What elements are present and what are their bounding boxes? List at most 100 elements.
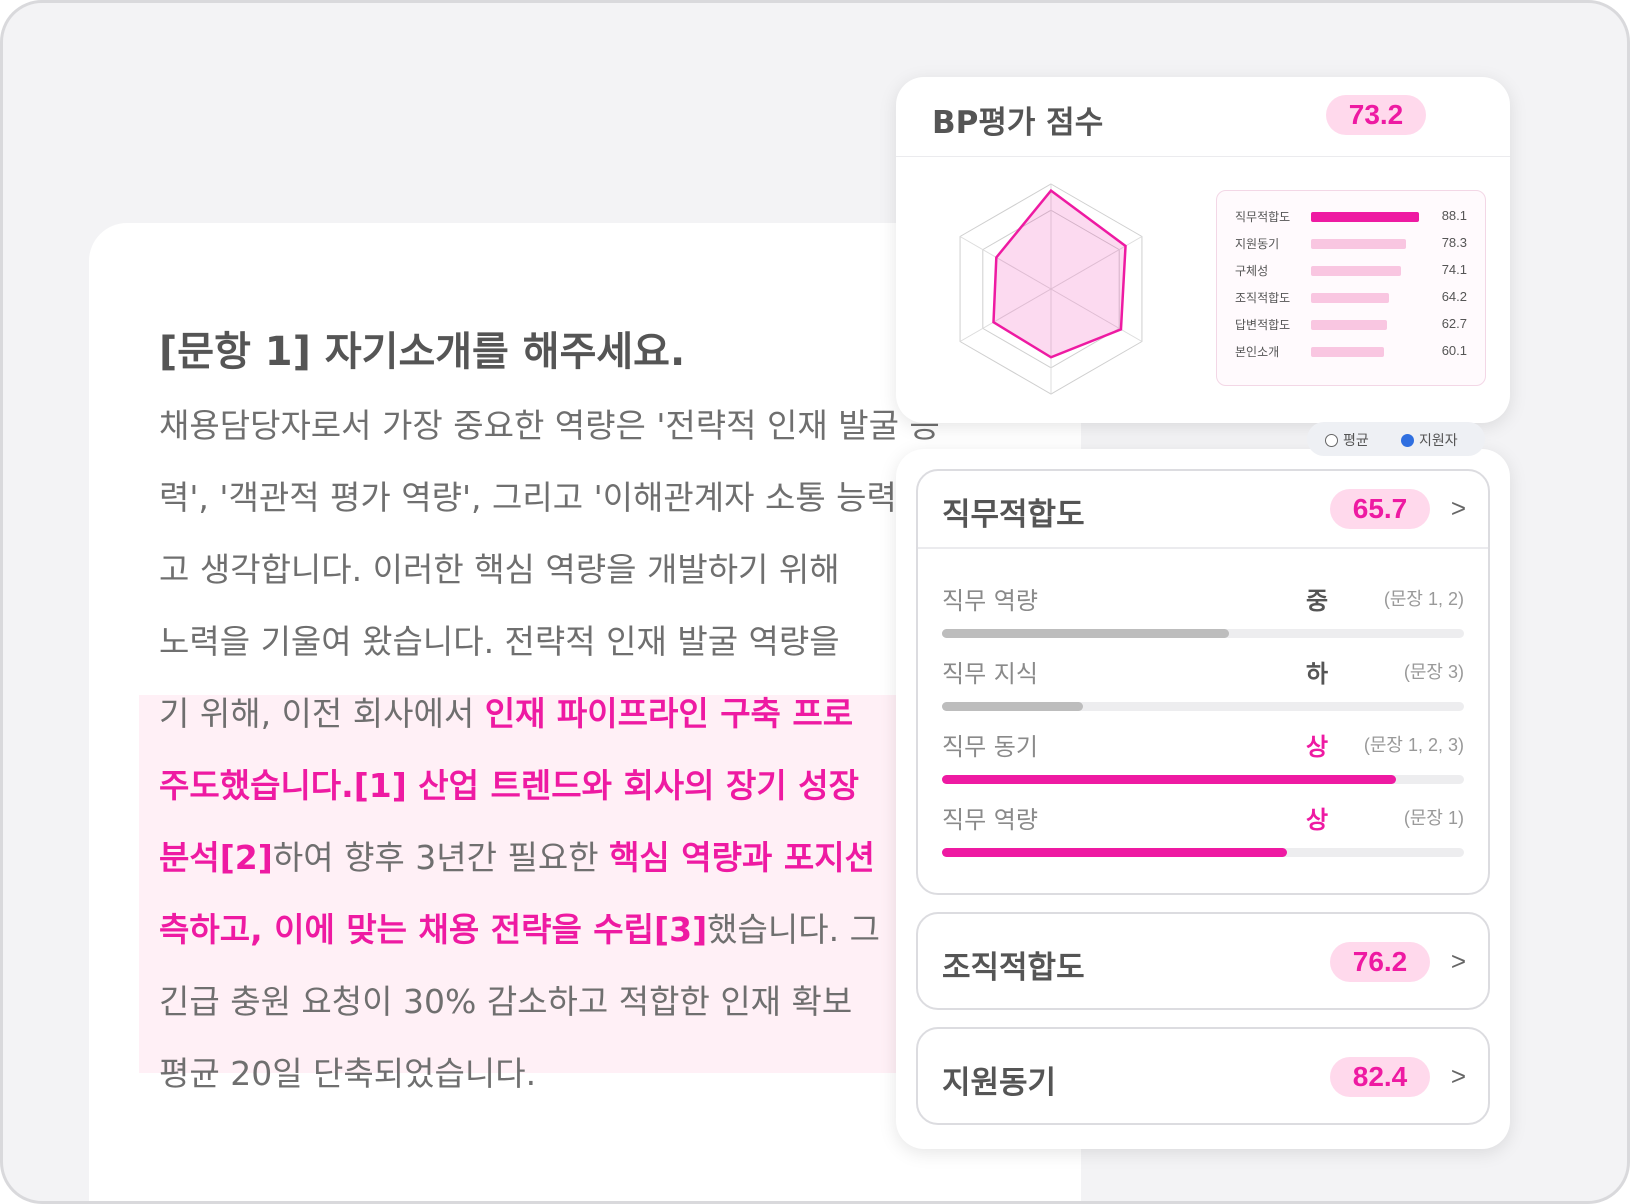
score-bar-label: 직무적합도 — [1235, 210, 1291, 224]
score-bar-row: 구체성 74.1 — [1217, 260, 1485, 280]
metric-level: 상 — [1306, 733, 1329, 761]
score-bar-label: 본인소개 — [1235, 345, 1280, 359]
essay-line: 측하고, 이에 맞는 채용 전략을 수립[3]했습니다. 그 — [159, 910, 880, 950]
score-bar-label: 답변적합도 — [1235, 318, 1291, 332]
essay-text-segment: 노력을 기울여 왔습니다. 전략적 인재 발굴 역량을 — [159, 622, 840, 661]
highlighted-text: 핵심 역량과 포지션 — [609, 838, 875, 877]
motivation-section[interactable]: 지원동기 82.4 > — [916, 1027, 1490, 1125]
essay-text-segment: 평균 20일 단축되었습니다. — [159, 1054, 537, 1093]
motivation-title: 지원동기 — [942, 1065, 1057, 1101]
legend-applicant: 지원자 — [1401, 430, 1458, 450]
highlighted-text: 분석[2] — [159, 838, 273, 877]
score-bars-panel: 직무적합도 88.1 지원동기 78.3 구체성 74.1 조직적합도 64.2 답변적합도 62… — [1216, 190, 1486, 386]
section-divider — [918, 547, 1488, 549]
applicant-dot-icon — [1401, 434, 1414, 447]
org-fit-title: 조직적합도 — [942, 950, 1085, 986]
essay-line: 노력을 기울여 왔습니다. 전략적 인재 발굴 역량을 — [159, 622, 840, 662]
essay-text-segment: 력', '객관적 평가 역량', 그리고 '이해관계자 소통 능력 — [159, 478, 897, 517]
metric-progress-track — [942, 702, 1464, 711]
score-bar-row: 답변적합도 62.7 — [1217, 314, 1485, 334]
essay-line: 력', '객관적 평가 역량', 그리고 '이해관계자 소통 능력 — [159, 478, 897, 518]
legend-average: 평균 — [1325, 430, 1369, 450]
highlighted-text: 측하고, 이에 맞는 채용 전략을 수립[3] — [159, 910, 708, 949]
score-bar-fill — [1311, 266, 1402, 276]
essay-text-segment: 고 생각합니다. 이러한 핵심 역량을 개발하기 위해 — [159, 550, 840, 589]
score-bar-track — [1311, 239, 1419, 249]
score-bar-fill — [1311, 212, 1419, 222]
score-bar-fill — [1311, 293, 1389, 303]
essay-line: 고 생각합니다. 이러한 핵심 역량을 개발하기 위해 — [159, 550, 840, 590]
metric-label: 직무 동기 — [942, 733, 1038, 761]
motivation-score-badge: 82.4 — [1330, 1057, 1430, 1097]
metric-progress-track — [942, 848, 1464, 857]
score-bar-label: 조직적합도 — [1235, 291, 1291, 305]
score-bar-fill — [1311, 239, 1407, 249]
essay-line: 주도했습니다.[1] 산업 트렌드와 회사의 장기 성장 — [159, 766, 859, 806]
essay-line: 평균 20일 단축되었습니다. — [159, 1054, 536, 1094]
score-bar-label: 지원동기 — [1235, 237, 1280, 251]
job-fit-title: 직무적합도 — [942, 497, 1085, 533]
score-bar-row: 직무적합도 88.1 — [1217, 206, 1485, 226]
metric-level: 상 — [1306, 806, 1329, 834]
essay-line: 채용담당자로서 가장 중요한 역량은 '전략적 인재 발굴 능 — [159, 406, 940, 446]
score-bar-track — [1311, 320, 1419, 330]
job-fit-section[interactable]: 직무적합도 65.7 > 직무 역량 중 (문장 1, 2) 직무 지식 하 (문장 3)… — [916, 469, 1490, 895]
score-bar-fill — [1311, 347, 1384, 357]
metric-progress-fill — [942, 775, 1397, 784]
screen-frame: [문항 1] 자기소개를 해주세요. 채용담당자로서 가장 중요한 역량은 '전… — [0, 0, 1630, 1204]
metric-level: 중 — [1306, 587, 1329, 615]
score-bar-value: 74.1 — [1441, 262, 1467, 277]
metric-progress-fill — [942, 629, 1230, 638]
metric-sentence-ref: (문장 1) — [1403, 808, 1464, 828]
chart-legend: 평균 지원자 — [1307, 422, 1485, 456]
job-fit-metric: 직무 역량 중 (문장 1, 2) — [942, 581, 1464, 651]
org-fit-score-badge: 76.2 — [1330, 942, 1430, 982]
score-bar-value: 60.1 — [1441, 343, 1467, 358]
detail-card: 직무적합도 65.7 > 직무 역량 중 (문장 1, 2) 직무 지식 하 (문장 3)… — [896, 449, 1510, 1149]
org-fit-section[interactable]: 조직적합도 76.2 > — [916, 912, 1490, 1010]
metric-label: 직무 역량 — [942, 806, 1038, 834]
job-fit-metric: 직무 동기 상 (문장 1, 2, 3) — [942, 727, 1464, 797]
essay-text-segment: 긴급 충원 요청이 30% 감소하고 적합한 인재 확보 — [159, 982, 853, 1021]
bp-score-card: BP평가 점수 73.2 직무적합도 88.1 지원동기 78.3 구체성 74.1 조직적… — [896, 77, 1510, 423]
score-bar-row: 본인소개 60.1 — [1217, 341, 1485, 361]
metric-progress-track — [942, 775, 1464, 784]
highlighted-text: 인재 파이프라인 구축 프로 — [484, 694, 854, 733]
job-fit-metric: 직무 역량 상 (문장 1) — [942, 800, 1464, 870]
score-bar-value: 64.2 — [1441, 289, 1467, 304]
score-bar-track — [1311, 293, 1419, 303]
metric-sentence-ref: (문장 1, 2) — [1383, 589, 1464, 609]
score-bar-row: 지원동기 78.3 — [1217, 233, 1485, 253]
essay-text-segment: 기 위해, 이전 회사에서 — [159, 694, 485, 733]
bp-score-title: BP평가 점수 — [932, 105, 1104, 141]
score-bar-track — [1311, 266, 1419, 276]
job-fit-score-badge: 65.7 — [1330, 489, 1430, 529]
radar-chart — [959, 183, 1143, 395]
essay-line: 긴급 충원 요청이 30% 감소하고 적합한 인재 확보 — [159, 982, 852, 1022]
metric-level: 하 — [1306, 660, 1329, 688]
essay-text-segment: 하여 향후 3년간 필요한 — [272, 838, 610, 877]
chevron-right-icon[interactable]: > — [1451, 946, 1466, 977]
bp-score-badge: 73.2 — [1326, 95, 1426, 135]
metric-progress-fill — [942, 702, 1083, 711]
chevron-right-icon[interactable]: > — [1451, 493, 1466, 524]
chevron-right-icon[interactable]: > — [1451, 1061, 1466, 1092]
metric-progress-fill — [942, 848, 1287, 857]
score-bar-value: 78.3 — [1441, 235, 1467, 250]
bp-score-header: BP평가 점수 73.2 — [896, 77, 1510, 157]
score-bar-label: 구체성 — [1235, 264, 1269, 278]
question-title: [문항 1] 자기소개를 해주세요. — [159, 329, 686, 375]
metric-label: 직무 역량 — [942, 587, 1038, 615]
score-bar-row: 조직적합도 64.2 — [1217, 287, 1485, 307]
average-dot-icon — [1325, 434, 1338, 447]
score-bar-track — [1311, 212, 1419, 222]
score-bar-value: 62.7 — [1441, 316, 1467, 331]
metric-progress-track — [942, 629, 1464, 638]
score-bar-value: 88.1 — [1441, 208, 1467, 223]
essay-text-segment: 했습니다. 그 — [707, 910, 880, 949]
metric-sentence-ref: (문장 1, 2, 3) — [1363, 735, 1464, 755]
job-fit-metric: 직무 지식 하 (문장 3) — [942, 654, 1464, 724]
highlighted-text: 주도했습니다.[1] 산업 트렌드와 회사의 장기 성장 — [159, 766, 859, 805]
metric-sentence-ref: (문장 3) — [1403, 662, 1464, 682]
score-bar-fill — [1311, 320, 1387, 330]
